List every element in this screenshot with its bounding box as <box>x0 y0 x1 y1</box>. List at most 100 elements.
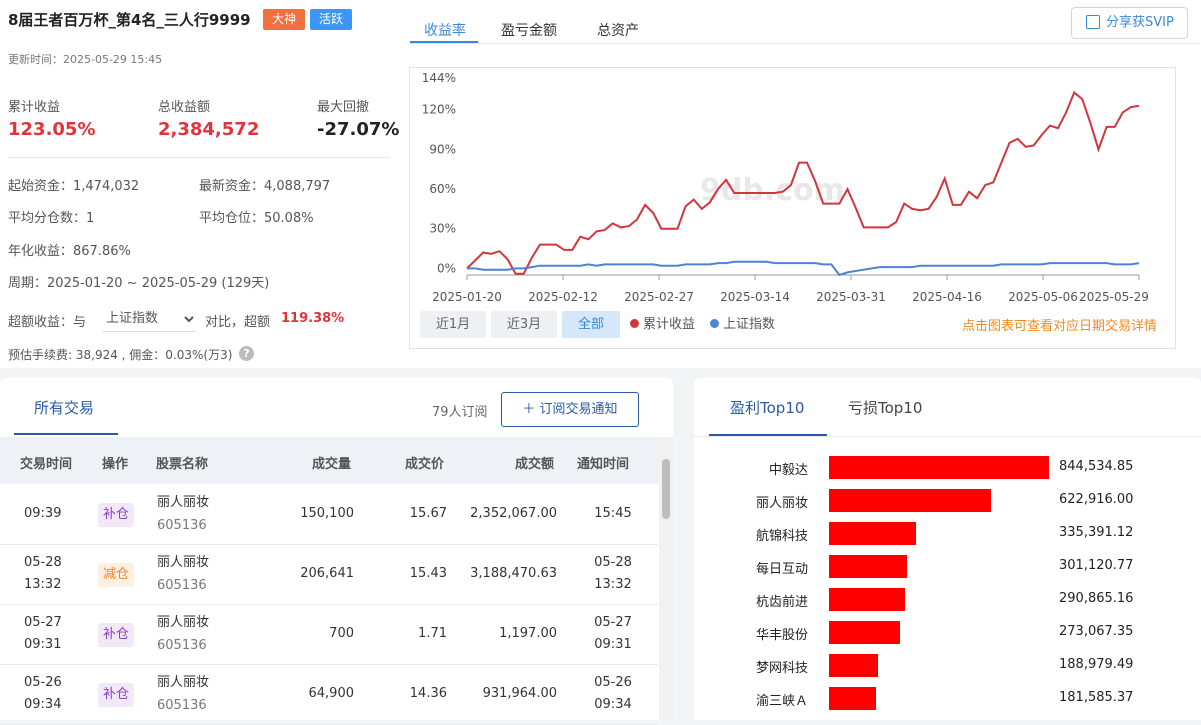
bar-label: 渝三峡Ａ <box>755 694 808 709</box>
kpi-value-total-profit: 2,384,572 <box>158 119 260 140</box>
scrollbar-thumb[interactable] <box>662 459 670 519</box>
range-all-button[interactable]: 全部 <box>562 311 620 338</box>
start-capital: 起始资金：1,474,032 <box>8 179 140 194</box>
legend-index[interactable]: 上证指数 <box>710 313 775 332</box>
tab-profit-amount[interactable]: 盈亏金额 <box>501 20 557 40</box>
stock-code: 605136 <box>157 638 207 653</box>
legend-cumulative[interactable]: 累计收益 <box>630 313 695 332</box>
stock-code: 605136 <box>157 578 207 593</box>
excess-prefix: 超额收益：与 <box>8 315 87 330</box>
bar-label: 梦网科技 <box>755 661 808 676</box>
legend-dot-blue <box>710 319 719 328</box>
operation-badge: 补仓 <box>98 623 134 647</box>
tab-profit-top10[interactable]: 盈利Top10 <box>730 397 804 418</box>
stock-name[interactable]: 丽人丽妆 <box>157 492 209 514</box>
tab-return-rate[interactable]: 收益率 <box>424 20 466 40</box>
x-tick-label: 2025-01-20 <box>432 290 502 304</box>
table-row[interactable]: 09:39 补仓 丽人丽妆 605136 150,100 15.67 2,352,067.0… <box>0 485 658 545</box>
bar-label: 杭齿前进 <box>755 595 808 610</box>
stock-code: 605136 <box>157 518 207 533</box>
return-chart[interactable]: 144% 120% 90% 60% 30% 0% 2025-01-20 2025-02-12… <box>410 68 1175 308</box>
update-time: 更新时间：2025-05-29 15:45 <box>8 53 163 66</box>
x-tick-label: 2025-04-16 <box>912 290 982 304</box>
col-trade-time: 交易时间 <box>20 457 73 472</box>
y-tick-label: 144% <box>422 71 456 85</box>
avg-position: 平均仓位：50.08% <box>199 211 314 226</box>
share-icon <box>1086 15 1100 29</box>
profit-bar[interactable] <box>829 522 916 545</box>
notify-time: 05-27 09:31 <box>594 615 632 652</box>
latest-capital: 最新资金：4,088,797 <box>199 179 331 194</box>
bar-label: 丽人丽妆 <box>755 496 808 511</box>
trade-volume: 700 <box>329 626 354 641</box>
range-1-month-button[interactable]: 近1月 <box>420 311 486 338</box>
profit-bar[interactable] <box>829 687 876 710</box>
tab-total-assets[interactable]: 总资产 <box>597 20 639 40</box>
y-tick-label: 0% <box>437 261 456 275</box>
profit-bar[interactable] <box>829 489 991 512</box>
kpi-label-cumulative: 累计收益 <box>8 100 61 115</box>
y-tick-label: 90% <box>429 142 456 156</box>
notify-time: 05-28 13:32 <box>594 555 632 592</box>
col-price: 成交价 <box>405 457 445 472</box>
trade-amount: 1,197.00 <box>499 626 557 641</box>
trade-price: 15.43 <box>409 566 447 581</box>
bar-label: 中毅达 <box>768 463 808 478</box>
page-title: 8届王者百万杯_第4名_三人行9999 <box>8 11 251 29</box>
chart-hint: 点击图表可查看对应日期交易详情 <box>962 319 1158 334</box>
trade-volume: 206,641 <box>300 566 354 581</box>
kpi-value-max-drawdown: -27.07% <box>317 119 400 140</box>
help-icon[interactable]: ? <box>239 346 254 361</box>
trade-time: 05-27 09:31 <box>24 615 62 652</box>
legend-label-cumulative: 累计收益 <box>643 317 696 332</box>
operation-badge: 补仓 <box>98 683 134 707</box>
tab-loss-top10[interactable]: 亏损Top10 <box>848 397 922 418</box>
col-operation: 操作 <box>102 457 129 472</box>
tab-all-trades[interactable]: 所有交易 <box>34 397 94 418</box>
operation-badge: 减仓 <box>98 563 134 587</box>
trade-volume: 64,900 <box>308 686 355 701</box>
trade-time: 05-26 09:34 <box>24 675 62 712</box>
series-line-index <box>467 260 1140 277</box>
bar-label: 航锦科技 <box>755 529 808 544</box>
trade-price: 15.67 <box>409 506 447 521</box>
col-notify-time: 通知时间 <box>577 457 630 472</box>
stock-name[interactable]: 丽人丽妆 <box>157 552 209 574</box>
legend-dot-red <box>630 319 639 328</box>
table-row[interactable]: 05-28 13:32 减仓 丽人丽妆 605136 206,641 15.43 3,188,… <box>0 545 658 605</box>
profit-bar[interactable] <box>829 588 905 611</box>
bar-value: 335,391.12 <box>1059 525 1134 540</box>
active-tab-indicator <box>709 434 827 436</box>
profit-bar[interactable] <box>829 654 878 677</box>
table-row[interactable]: 05-26 09:34 补仓 丽人丽妆 605136 64,900 14.36 931,964… <box>0 665 658 725</box>
benchmark-select[interactable]: 上证指数 <box>102 306 197 332</box>
col-amount: 成交额 <box>515 457 555 472</box>
bar-value: 844,534.85 <box>1059 459 1134 474</box>
table-row[interactable]: 05-27 09:31 补仓 丽人丽妆 605136 700 1.71 1,197.00 05-… <box>0 605 658 665</box>
subscribe-button[interactable]: ＋ 订阅交易通知 <box>501 392 639 427</box>
stock-name[interactable]: 丽人丽妆 <box>157 672 209 694</box>
x-tick-label: 2025-02-27 <box>624 290 694 304</box>
annualized-return: 年化收益：867.86% <box>8 244 131 259</box>
stock-name[interactable]: 丽人丽妆 <box>157 612 209 634</box>
x-tick-label: 2025-05-06 <box>1008 290 1078 304</box>
notify-time: 15:45 <box>594 506 632 521</box>
trade-time: 05-28 13:32 <box>24 555 62 592</box>
profit-bar[interactable] <box>829 456 1049 479</box>
x-tick-label: 2025-03-31 <box>816 290 886 304</box>
fees-info: 预估手续费: 38,924 , 佣金：0.03%(万3) <box>8 348 233 362</box>
x-tick-label: 2025-03-14 <box>720 290 790 304</box>
trade-price: 14.36 <box>409 686 447 701</box>
trade-time: 09:39 <box>24 506 62 521</box>
range-3-month-button[interactable]: 近3月 <box>491 311 557 338</box>
bar-value: 188,979.49 <box>1059 657 1134 672</box>
profit-bar[interactable] <box>829 555 907 578</box>
x-tick-label: 2025-05-29 <box>1079 290 1149 304</box>
bar-value: 622,916.00 <box>1059 492 1134 507</box>
trade-amount: 931,964.00 <box>482 686 557 701</box>
profit-bar[interactable] <box>829 621 900 644</box>
trade-price: 1.71 <box>418 626 447 641</box>
bar-label: 每日互动 <box>755 562 808 577</box>
kpi-label-max-drawdown: 最大回撤 <box>317 100 370 115</box>
subscriber-count: 79人订阅 <box>432 405 488 420</box>
